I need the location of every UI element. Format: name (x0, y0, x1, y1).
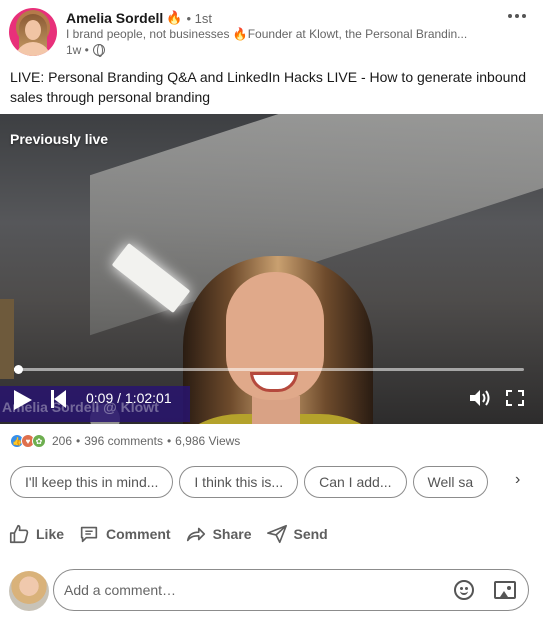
comments-count[interactable]: 396 comments (84, 434, 163, 448)
skip-back-icon[interactable] (50, 390, 68, 408)
send-button[interactable]: Send (266, 518, 328, 550)
author-headline: I brand people, not businesses 🔥Founder … (66, 27, 468, 41)
comment-box[interactable] (53, 569, 529, 611)
views-count: 6,986 Views (175, 434, 241, 448)
support-reaction-icon: ✿ (32, 434, 46, 448)
volume-icon[interactable] (468, 388, 492, 408)
suggested-reply-chip[interactable]: I'll keep this in mind... (10, 466, 174, 498)
previously-live-label: Previously live (10, 131, 109, 147)
video-scrubber-handle[interactable] (14, 365, 23, 374)
author-name-row: Amelia Sordell 🔥 • 1st (66, 9, 212, 27)
comment-input[interactable] (64, 576, 434, 604)
comment-label: Comment (106, 526, 171, 542)
post-header: Amelia Sordell 🔥 • 1st I brand people, n… (0, 0, 543, 64)
post-time: 1w • (66, 43, 105, 57)
video-picture-frame (0, 299, 14, 379)
suggested-reply-chip[interactable]: Can I add... (304, 466, 407, 498)
author-name[interactable]: Amelia Sordell (66, 10, 163, 26)
separator-dot: • (76, 434, 81, 448)
like-label: Like (36, 526, 65, 542)
suggested-replies: I'll keep this in mind... I think this i… (10, 466, 500, 498)
fullscreen-icon[interactable] (506, 390, 524, 406)
paper-plane-icon (266, 524, 287, 544)
reactions-count[interactable]: 206 (52, 434, 72, 448)
share-button[interactable]: Share (185, 518, 252, 550)
video-player[interactable]: Previously live Amelia Sordell @ Klowt 0… (0, 114, 543, 424)
post-age: 1w • (66, 43, 89, 57)
action-bar: Like Comment Share Send (0, 518, 543, 550)
video-person-neck (252, 396, 300, 424)
current-user-avatar[interactable] (9, 571, 49, 611)
share-arrow-icon (186, 527, 205, 542)
share-label: Share (212, 526, 252, 542)
comment-button[interactable]: Comment (78, 518, 171, 550)
social-counts: 👍 ♥ ✿ 206 • 396 comments • 6,986 Views (10, 432, 240, 450)
avatar-face (25, 20, 41, 40)
comment-composer (0, 568, 543, 614)
comment-icon (80, 526, 98, 543)
chevron-right-icon[interactable]: › (515, 471, 520, 489)
image-icon[interactable] (494, 581, 516, 599)
suggested-reply-chip[interactable]: Well sa (412, 466, 489, 498)
like-button[interactable]: Like (8, 518, 64, 550)
author-avatar[interactable] (9, 8, 57, 56)
thumbs-up-icon (9, 524, 29, 544)
fire-emoji-icon: 🔥 (166, 10, 183, 25)
video-time-readout: 0:09 / 1:02:01 (86, 390, 172, 406)
send-label: Send (293, 526, 328, 542)
connection-degree: • 1st (186, 10, 212, 26)
emoji-icon[interactable] (454, 580, 474, 600)
video-progress-bar[interactable] (14, 365, 524, 374)
post-text: LIVE: Personal Branding Q&A and LinkedIn… (10, 69, 526, 105)
separator-dot: • (166, 434, 172, 448)
play-icon[interactable] (14, 390, 32, 410)
more-options-icon[interactable] (505, 10, 529, 22)
globe-icon (92, 44, 105, 57)
suggested-reply-chip[interactable]: I think this is... (179, 466, 299, 498)
